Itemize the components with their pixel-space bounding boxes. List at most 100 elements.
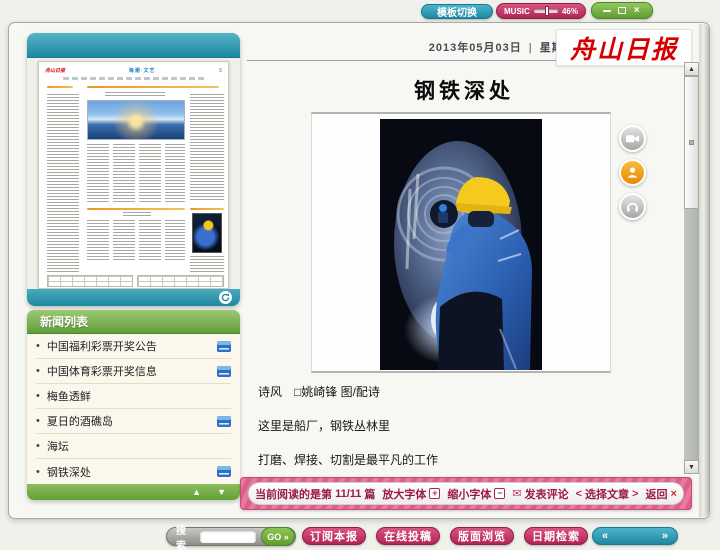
reading-status: 当前阅读的是第 11/11 篇	[255, 486, 375, 502]
thumbnail-page-body	[45, 82, 222, 287]
window-controls: ×	[591, 2, 653, 19]
thumbnail-footer-bar	[27, 289, 240, 306]
music-volume-control[interactable]: MUSIC 46%	[496, 3, 586, 19]
scrollbar-grip	[689, 140, 694, 145]
news-item-label: 海坛	[47, 438, 231, 454]
thumb-text-column	[87, 220, 109, 260]
window-edge	[699, 24, 709, 517]
news-list-panel: 新闻列表 • 中国福利彩票开奖公告 • 中国体育彩票开奖信息 • 梅鱼透鲜 • …	[27, 310, 240, 500]
thumb-text-column	[165, 220, 185, 260]
zoom-in-icon: +	[429, 488, 440, 499]
thumb-text-column	[113, 144, 135, 202]
refresh-button[interactable]	[219, 291, 232, 304]
zoom-out-button[interactable]: 缩小字体 −	[447, 486, 505, 502]
submit-online-button[interactable]: 在线投稿	[376, 527, 440, 545]
music-slider[interactable]	[534, 9, 558, 13]
minimize-icon	[603, 10, 611, 12]
search-label: 搜索	[176, 522, 195, 550]
reader-toolbar-inner: 当前阅读的是第 11/11 篇 放大字体 + 缩小字体 − ✉ 发表评论 < 选…	[248, 482, 684, 505]
thumbnail-sea-photo	[87, 100, 185, 140]
scrollbar-up-button[interactable]: ▲	[684, 62, 699, 76]
video-button[interactable]	[619, 125, 646, 152]
zoom-in-button[interactable]: 放大字体 +	[382, 486, 440, 502]
bullet: •	[36, 440, 40, 452]
search-bar: 搜索 GO »	[166, 527, 296, 546]
close-icon: ×	[670, 488, 676, 500]
bullet: •	[36, 340, 40, 352]
scrollbar-thumb[interactable]	[684, 76, 699, 209]
bullet: •	[36, 365, 40, 377]
select-article-control: < 选择文章 >	[576, 486, 639, 502]
pager-prev-icon[interactable]: «	[602, 530, 608, 542]
thumb-article-title	[105, 92, 165, 96]
news-item-label: 钢铁深处	[47, 464, 210, 480]
main-scrollbar[interactable]: ▲ ▼	[684, 62, 699, 474]
article-byline: 诗风 □姚崎锋 图/配诗	[258, 383, 658, 400]
prev-article-icon[interactable]: <	[576, 488, 582, 500]
go-button[interactable]: GO »	[261, 527, 295, 546]
music-slider-thumb[interactable]	[545, 6, 549, 16]
restore-button[interactable]	[616, 5, 628, 17]
scroll-up-icon[interactable]: ▲	[192, 487, 201, 497]
reading-position: 11/11	[335, 488, 361, 500]
news-item-steel-depths[interactable]: • 钢铁深处	[36, 459, 231, 484]
next-article-icon[interactable]: >	[632, 488, 638, 500]
thumb-text-column	[190, 94, 224, 202]
pager-next-icon[interactable]: »	[662, 530, 668, 542]
search-input[interactable]	[200, 530, 256, 543]
minimize-button[interactable]	[601, 5, 613, 17]
template-switch-button[interactable]: 模板切换	[421, 4, 493, 19]
date-search-button[interactable]: 日期检索	[524, 527, 588, 545]
newspaper-logo-card: 舟山日报	[556, 29, 692, 66]
portrait-button[interactable]	[619, 159, 646, 186]
newspaper-page-thumbnail[interactable]: 舟山日报 海潮·文艺 5	[38, 61, 229, 289]
news-list-footer: ▲ ▼	[27, 484, 240, 500]
music-percent: 46%	[562, 7, 578, 16]
news-list: • 中国福利彩票开奖公告 • 中国体育彩票开奖信息 • 梅鱼透鲜 • 夏日的酒礁…	[27, 334, 240, 484]
news-list-title: 新闻列表	[27, 310, 240, 334]
refresh-icon	[221, 293, 230, 302]
zoom-out-label: 缩小字体	[447, 486, 491, 502]
news-item-haitan[interactable]: • 海坛	[36, 434, 231, 459]
image-icon	[217, 466, 231, 477]
article-body: 诗风 □姚崎锋 图/配诗 这里是船厂，钢铁丛林里 打磨、焊接、切割是最平凡的工作	[258, 383, 658, 485]
welder-photo	[380, 119, 542, 370]
thumbnail-page-number: 5	[219, 68, 222, 74]
thumb-text-column	[165, 144, 185, 202]
news-item-label: 中国福利彩票开奖公告	[47, 338, 210, 354]
scrollbar-down-button[interactable]: ▼	[684, 460, 699, 474]
news-item-label: 梅鱼透鲜	[47, 388, 231, 404]
thumb-text-column	[87, 144, 109, 202]
news-item-meiyu[interactable]: • 梅鱼透鲜	[36, 384, 231, 409]
image-icon	[217, 366, 231, 377]
thumbnail-masthead: 舟山日报 海潮·文艺 5	[45, 67, 222, 76]
news-item-fuli-lottery[interactable]: • 中国福利彩票开奖公告	[36, 334, 231, 359]
separator: |	[529, 42, 533, 54]
reading-status-prefix: 当前阅读的是第	[255, 486, 332, 502]
article-title: 钢铁深处	[248, 75, 680, 105]
back-button[interactable]: 返回 ×	[645, 486, 676, 502]
bullet: •	[36, 390, 40, 402]
comment-label: 发表评论	[525, 486, 569, 502]
page-thumbnail-panel: 舟山日报 海潮·文艺 5	[27, 33, 240, 306]
zoom-out-icon: −	[494, 488, 505, 499]
media-icon-stack	[619, 125, 646, 220]
divider	[190, 208, 224, 210]
comment-button[interactable]: ✉ 发表评论	[512, 486, 568, 502]
thumb-lottery-table	[137, 275, 224, 287]
thumbnail-section-title: 海潮·文艺	[129, 67, 156, 74]
page-browse-button[interactable]: 版面浏览	[450, 527, 514, 545]
reader-toolbar: 当前阅读的是第 11/11 篇 放大字体 + 缩小字体 − ✉ 发表评论 < 选…	[240, 477, 692, 510]
subscribe-button[interactable]: 订阅本报	[302, 527, 366, 545]
audio-button[interactable]	[619, 193, 646, 220]
close-button[interactable]: ×	[631, 5, 643, 17]
image-icon	[217, 341, 231, 352]
article-paragraph: 打磨、焊接、切割是最平凡的工作	[258, 451, 658, 468]
news-item-tiyu-lottery[interactable]: • 中国体育彩票开奖信息	[36, 359, 231, 384]
divider	[87, 208, 185, 210]
zoom-in-label: 放大字体	[382, 486, 426, 502]
news-item-summer-island[interactable]: • 夏日的酒礁岛	[36, 409, 231, 434]
thumbnail-subtitle-line	[63, 77, 204, 80]
scroll-down-icon[interactable]: ▼	[217, 487, 226, 497]
headphones-icon	[625, 199, 640, 214]
